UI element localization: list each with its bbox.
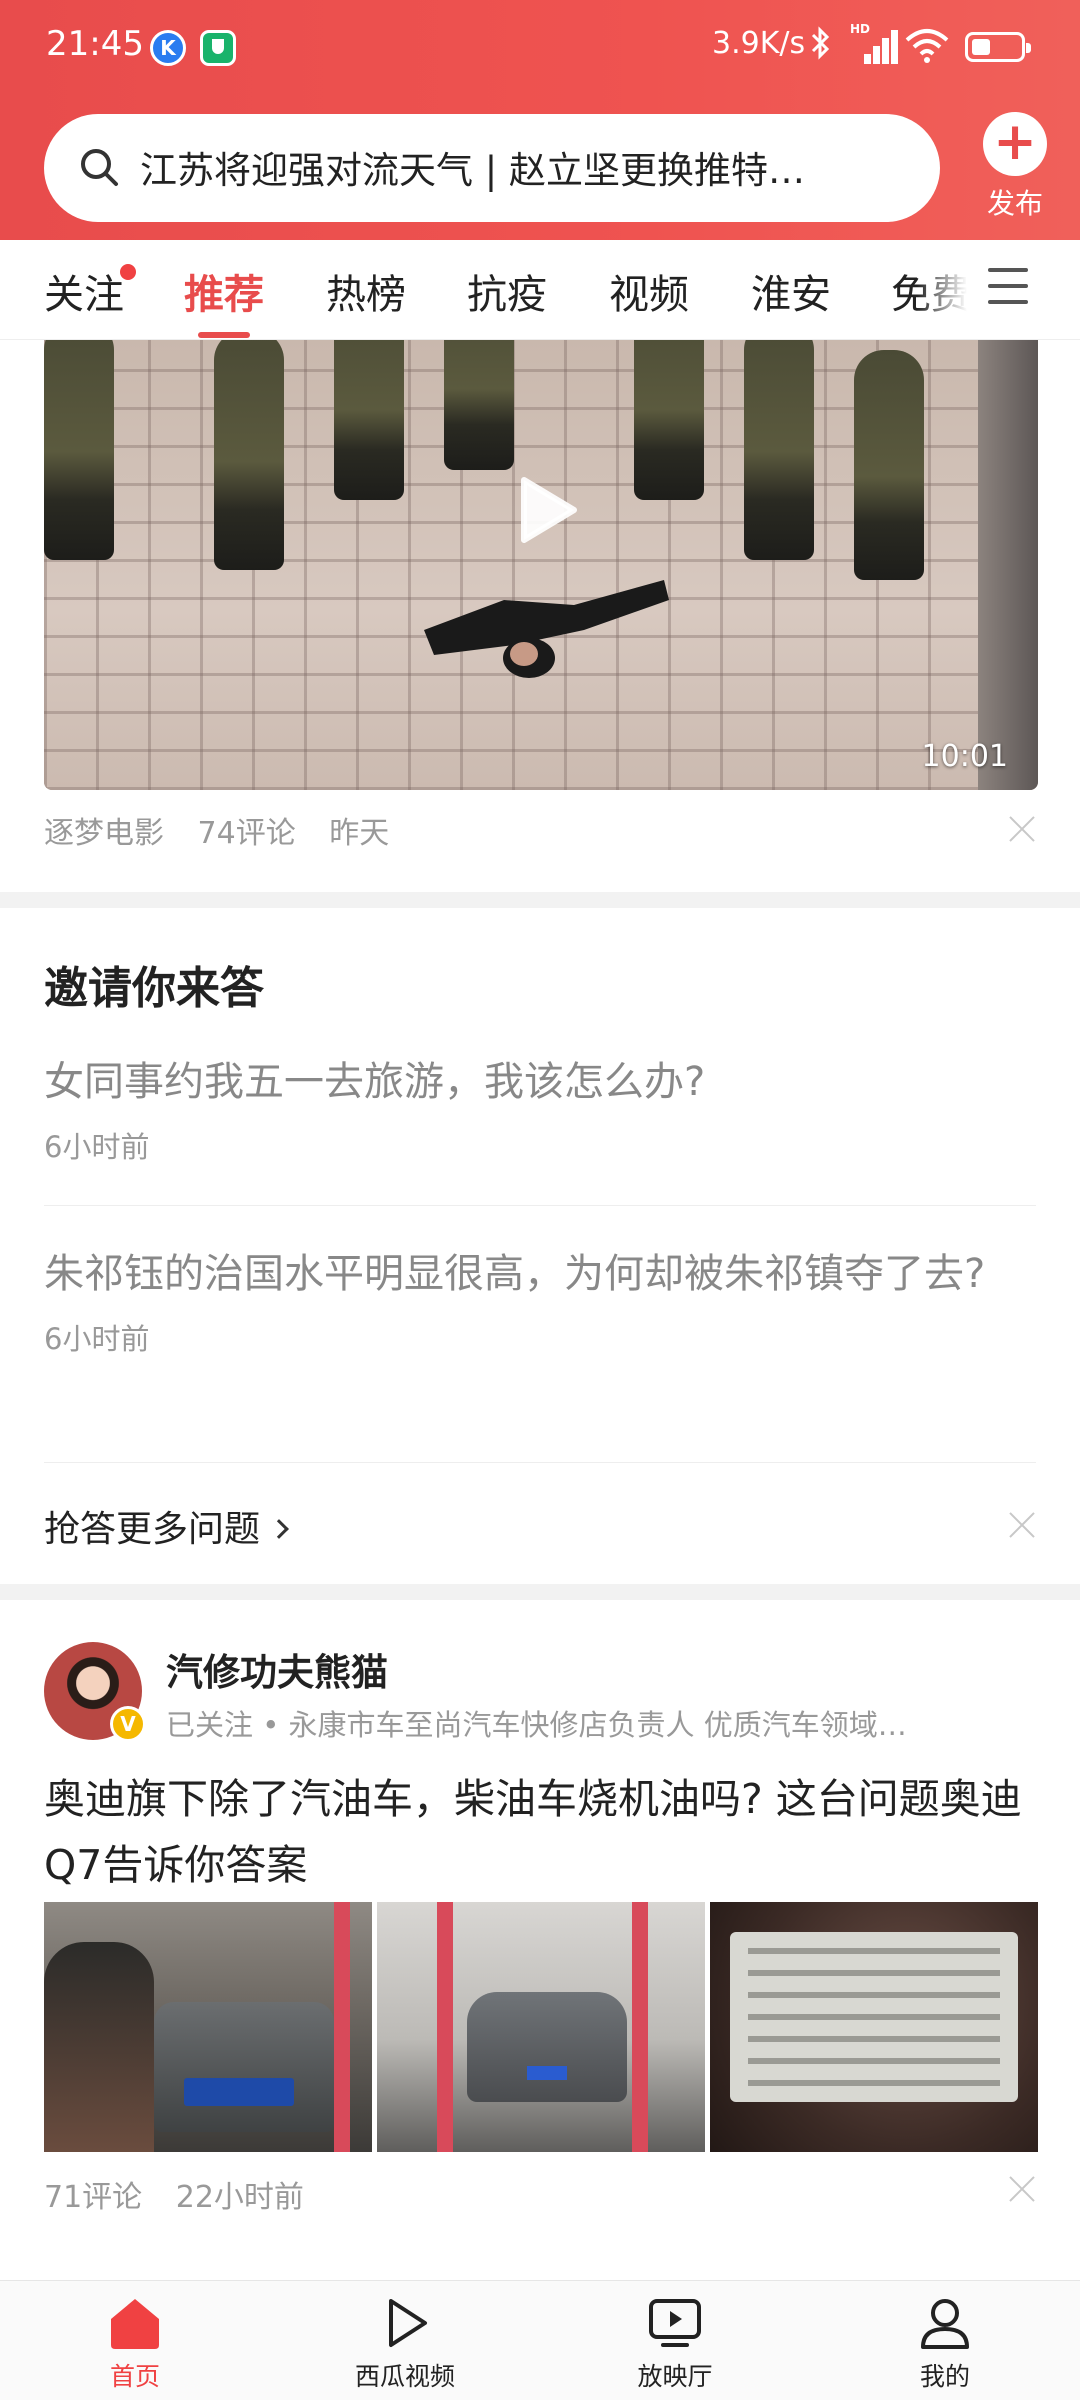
soldier-figure: [44, 340, 114, 560]
tab-anti-epidemic[interactable]: 抗疫: [467, 262, 547, 320]
tab-follow[interactable]: 关注: [44, 262, 136, 320]
video-source[interactable]: 逐梦电影: [44, 816, 164, 851]
soldier-figure: [444, 340, 514, 470]
status-bar: 21:45 K 3.9K/s HD: [0, 0, 1080, 96]
list-divider: [44, 1462, 1036, 1463]
signal-icon: [850, 30, 898, 64]
top-header: 21:45 K 3.9K/s HD 江苏将迎强对流天气 | 赵立坚更换推特… +: [0, 0, 1080, 240]
nav-xigua-video[interactable]: 西瓜视频: [325, 2295, 485, 2393]
play-icon: [389, 2299, 427, 2347]
bottom-navigation: 首页 西瓜视频 放映厅 我的: [0, 2280, 1080, 2400]
nav-mine[interactable]: 我的: [865, 2295, 1025, 2393]
channel-tabs: 关注 推荐 热榜 抗疫 视频 淮安 免费: [0, 240, 1080, 340]
soldier-figure: [854, 350, 924, 580]
new-dot-badge: [120, 264, 136, 280]
video-thumbnail[interactable]: 10:01: [44, 340, 1038, 790]
plus-icon: +: [983, 112, 1047, 176]
play-icon[interactable]: [504, 470, 584, 550]
tab-huaian[interactable]: 淮安: [751, 262, 831, 320]
bluetooth-icon: [810, 26, 832, 68]
dismiss-icon[interactable]: [1008, 814, 1036, 842]
section-divider: [0, 892, 1080, 908]
dismiss-icon[interactable]: [1008, 2174, 1036, 2202]
search-bar[interactable]: 江苏将迎强对流天气 | 赵立坚更换推特…: [44, 114, 940, 222]
network-speed: 3.9K/s: [712, 26, 806, 61]
question-time: 6小时前: [44, 1322, 150, 1356]
article-time: 22小时前: [175, 2180, 304, 2215]
tab-hot-list[interactable]: 热榜: [326, 262, 406, 320]
soldier-figure: [214, 340, 284, 570]
author-info: 已关注 • 永康市车至尚汽车快修店负责人 优质汽车领域…: [166, 1708, 907, 1742]
publish-button[interactable]: + 发布: [970, 112, 1060, 222]
author-name[interactable]: 汽修功夫熊猫: [166, 1642, 388, 1696]
soldier-figure: [334, 340, 404, 500]
active-tab-indicator: [198, 332, 250, 338]
battery-icon: [965, 32, 1031, 62]
tab-video[interactable]: 视频: [609, 262, 689, 320]
chevron-right-icon: [269, 1519, 289, 1539]
profile-icon: [921, 2299, 969, 2349]
article-comments: 71评论: [44, 2180, 143, 2215]
publish-label: 发布: [986, 187, 1043, 220]
question-item[interactable]: 朱祁钰的治国水平明显很高，为何却被朱祁镇夺了去? 6小时前: [44, 1242, 1034, 1358]
soldier-figure: [744, 340, 814, 560]
video-meta: 逐梦电影 74评论 昨天: [44, 808, 413, 852]
section-divider: [0, 1584, 1080, 1600]
wifi-icon: [905, 28, 949, 64]
screen-play-icon: [649, 2299, 701, 2347]
video-comments: 74评论: [197, 816, 296, 851]
invite-section-title: 邀请你来答: [44, 963, 264, 1014]
article-image-row[interactable]: [44, 1902, 1038, 2152]
home-icon: [111, 2299, 159, 2349]
video-duration: 10:01: [921, 739, 1008, 774]
list-divider: [44, 1205, 1036, 1206]
search-suggestion-text[interactable]: 江苏将迎强对流天气 | 赵立坚更换推特…: [140, 140, 920, 194]
tab-recommend[interactable]: 推荐: [184, 262, 264, 338]
article-image-1[interactable]: [44, 1902, 372, 2152]
article-image-3[interactable]: [710, 1902, 1038, 2152]
status-time: 21:45: [46, 24, 144, 64]
verified-badge: V: [110, 1706, 146, 1742]
tab-free[interactable]: 免费: [891, 262, 967, 320]
article-title[interactable]: 奥迪旗下除了汽油车，柴油车烧机油吗? 这台问题奥迪Q7告诉你答案: [44, 1766, 1039, 1898]
fallen-figure: [414, 560, 674, 680]
question-text[interactable]: 女同事约我五一去旅游，我该怎么办?: [44, 1050, 1034, 1114]
nav-home[interactable]: 首页: [55, 2295, 215, 2393]
avatar[interactable]: V: [44, 1642, 146, 1742]
search-icon: [78, 146, 120, 188]
channel-menu-icon[interactable]: [988, 268, 1028, 308]
article-image-2[interactable]: [377, 1902, 705, 2152]
question-text[interactable]: 朱祁钰的治国水平明显很高，为何却被朱祁镇夺了去?: [44, 1242, 1034, 1306]
nav-cinema[interactable]: 放映厅: [595, 2295, 755, 2393]
article-meta: 71评论 22小时前: [44, 2172, 328, 2216]
shield-app-icon: [200, 30, 236, 66]
notification-k-icon: K: [150, 30, 186, 66]
question-item[interactable]: 女同事约我五一去旅游，我该怎么办? 6小时前: [44, 1050, 1034, 1166]
video-time: 昨天: [329, 816, 390, 851]
question-time: 6小时前: [44, 1130, 150, 1164]
soldier-figure: [634, 340, 704, 500]
dismiss-icon[interactable]: [1008, 1510, 1036, 1538]
more-questions-link[interactable]: 抢答更多问题: [44, 1500, 289, 1552]
